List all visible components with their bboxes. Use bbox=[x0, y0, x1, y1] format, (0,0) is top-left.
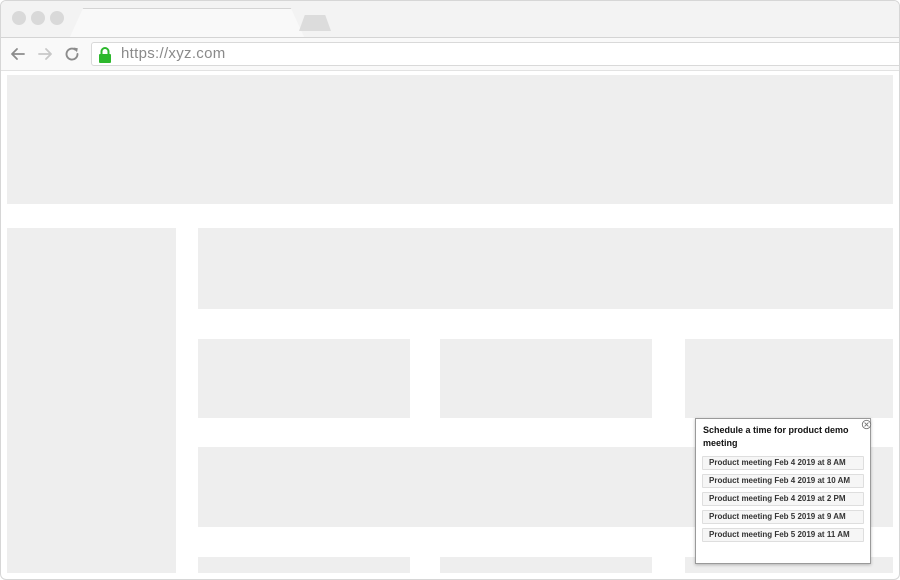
maximize-window-icon[interactable] bbox=[50, 11, 64, 25]
reload-icon[interactable] bbox=[62, 44, 82, 64]
sidebar-placeholder bbox=[7, 228, 176, 573]
back-arrow-icon[interactable] bbox=[8, 44, 28, 64]
time-slot-button[interactable]: Product meeting Feb 4 2019 at 10 AM bbox=[702, 474, 864, 488]
browser-toolbar: https://xyz.com bbox=[1, 37, 899, 71]
minimize-window-icon[interactable] bbox=[31, 11, 45, 25]
card-placeholder-4 bbox=[198, 557, 410, 573]
card-placeholder-1 bbox=[198, 339, 410, 418]
time-slot-button[interactable]: Product meeting Feb 5 2019 at 11 AM bbox=[702, 528, 864, 542]
browser-window: https://xyz.com Schedule a time for prod… bbox=[0, 0, 900, 580]
browser-tab-body bbox=[71, 9, 301, 39]
new-tab-button[interactable] bbox=[299, 15, 331, 31]
popup-title: Schedule a time for product demo meeting bbox=[703, 425, 849, 448]
header-banner-placeholder bbox=[7, 75, 893, 204]
lock-icon bbox=[99, 47, 111, 63]
close-window-icon[interactable] bbox=[12, 11, 26, 25]
time-slot-button[interactable]: Product meeting Feb 5 2019 at 9 AM bbox=[702, 510, 864, 524]
time-slot-button[interactable]: Product meeting Feb 4 2019 at 2 PM bbox=[702, 492, 864, 506]
close-icon[interactable] bbox=[861, 419, 872, 430]
url-text: https://xyz.com bbox=[121, 45, 226, 62]
card-placeholder-3 bbox=[685, 339, 893, 418]
card-placeholder-2 bbox=[440, 339, 652, 418]
hero-section-placeholder bbox=[198, 228, 893, 309]
title-bar bbox=[1, 1, 899, 39]
schedule-popup: Schedule a time for product demo meeting… bbox=[695, 418, 872, 564]
card-placeholder-5 bbox=[440, 557, 652, 573]
address-bar[interactable]: https://xyz.com bbox=[91, 42, 899, 66]
forward-arrow-icon[interactable] bbox=[35, 44, 55, 64]
time-slot-button[interactable]: Product meeting Feb 4 2019 at 8 AM bbox=[702, 456, 864, 470]
